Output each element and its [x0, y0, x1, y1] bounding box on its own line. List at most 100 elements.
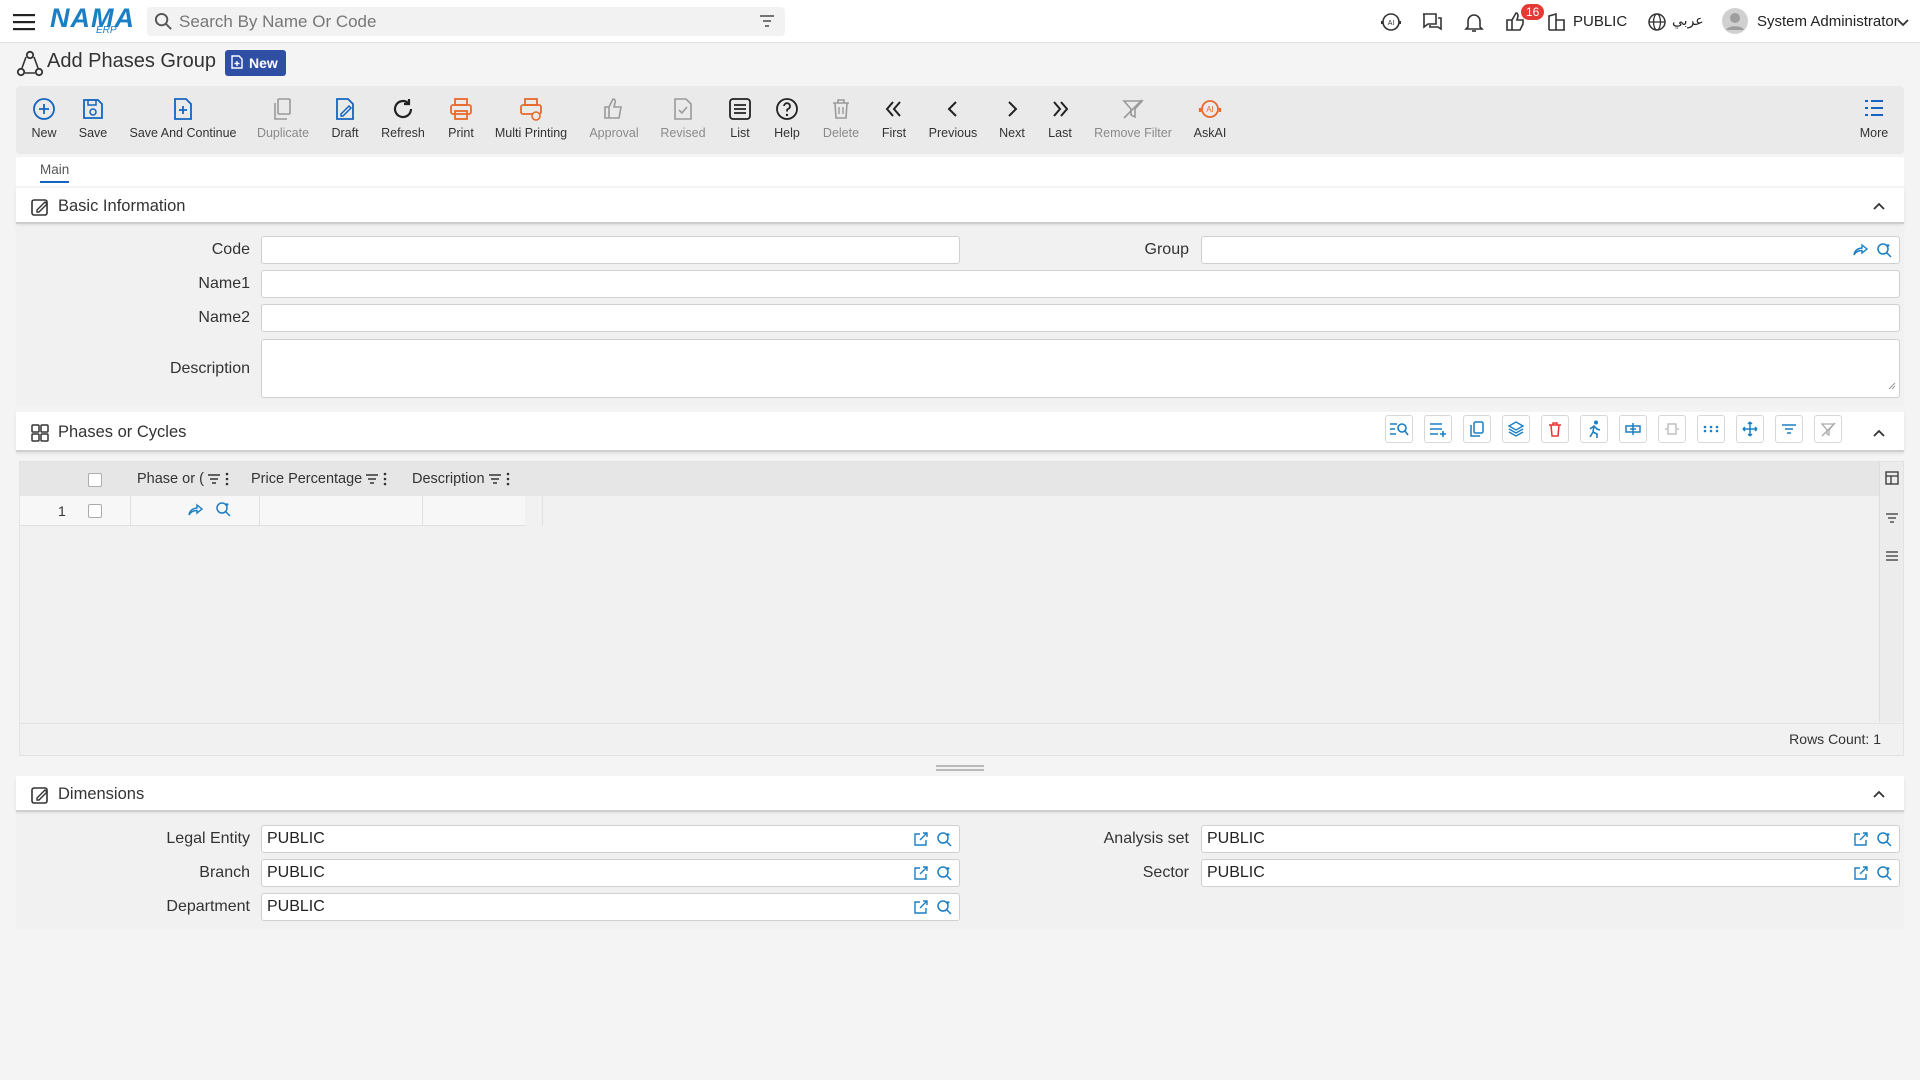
tab-main[interactable]: Main	[40, 162, 70, 183]
column-header-price-label: Price Percentage	[251, 471, 363, 487]
column-filter-icon[interactable]	[207, 474, 221, 484]
logo-text: NAMA	[50, 3, 135, 33]
grid-footer: Rows Count: 1	[20, 723, 1903, 755]
collapse-chevron-icon[interactable]	[1872, 198, 1886, 215]
chevron-down-icon[interactable]	[1897, 15, 1909, 32]
grid-add-row-button[interactable]	[1424, 415, 1452, 443]
share-arrow-icon[interactable]	[187, 502, 204, 522]
external-link-icon[interactable]	[913, 831, 929, 851]
external-link-icon[interactable]	[1853, 865, 1869, 885]
save-button[interactable]: Save	[43, 96, 143, 140]
language-switch[interactable]: عربي	[1672, 13, 1704, 29]
search-lookup-icon[interactable]	[1876, 831, 1893, 852]
sector-field[interactable]: PUBLIC	[1201, 859, 1900, 887]
phases-or-cycles-title: Phases or Cycles	[58, 423, 187, 441]
entity-selector[interactable]: PUBLIC	[1573, 13, 1627, 30]
basic-information-header[interactable]: Basic Information	[16, 188, 1904, 224]
status-badge: New	[225, 50, 286, 76]
department-field[interactable]: PUBLIC	[261, 893, 960, 921]
code-field[interactable]	[261, 236, 960, 264]
ai-assistant-icon[interactable]: AI	[1379, 10, 1403, 38]
search-lookup-icon[interactable]	[1876, 865, 1893, 886]
select-all-checkbox[interactable]	[88, 473, 102, 487]
grid-column-button[interactable]	[1619, 415, 1647, 443]
document-plus-icon	[174, 98, 192, 120]
column-header-description[interactable]: Description	[412, 471, 511, 487]
description-textarea[interactable]	[261, 339, 1900, 398]
column-filter-icon[interactable]	[488, 474, 502, 484]
grid-fit-button[interactable]	[1658, 415, 1686, 443]
name1-label: Name1	[198, 275, 250, 292]
building-icon	[1547, 12, 1567, 36]
filter-panel-icon[interactable]	[1885, 511, 1899, 528]
copy-icon	[274, 98, 291, 120]
grid-search-button[interactable]	[1385, 415, 1413, 443]
grid-resize-handle-icon[interactable]	[935, 759, 985, 776]
branch-field[interactable]: PUBLIC	[261, 859, 960, 887]
analysis-set-field[interactable]: PUBLIC	[1201, 825, 1900, 853]
search-lookup-icon[interactable]	[936, 831, 953, 852]
legal-entity-label: Legal Entity	[166, 830, 250, 847]
printer-icon	[450, 98, 472, 120]
user-avatar-icon[interactable]	[1722, 8, 1748, 38]
search-lookup-icon[interactable]	[936, 865, 953, 886]
legal-entity-field[interactable]: PUBLIC	[261, 825, 960, 853]
bell-icon[interactable]	[1462, 10, 1486, 38]
grid-filter-button[interactable]	[1775, 415, 1803, 443]
row-number: 1	[58, 503, 66, 519]
search-lookup-icon[interactable]	[215, 501, 232, 522]
grid-copy-button[interactable]	[1463, 415, 1491, 443]
external-link-icon[interactable]	[913, 899, 929, 919]
table-row[interactable]: 1	[20, 496, 543, 526]
column-menu-icon[interactable]	[224, 472, 230, 486]
resize-handle-icon[interactable]	[1887, 377, 1896, 394]
save-button-label: Save	[78, 126, 108, 140]
name1-field[interactable]	[261, 270, 1900, 298]
list-search-icon	[1390, 423, 1409, 436]
chat-icon[interactable]	[1420, 10, 1444, 38]
save-and-continue-button[interactable]: Save And Continue	[129, 96, 237, 140]
column-menu-icon[interactable]	[505, 472, 511, 486]
save-and-continue-label: Save And Continue	[129, 126, 237, 140]
user-name[interactable]: System Administrator	[1757, 13, 1899, 30]
ask-ai-button[interactable]: AI AskAI	[1160, 96, 1260, 140]
ask-ai-label: AskAI	[1193, 126, 1227, 140]
search-lookup-icon[interactable]	[936, 899, 953, 920]
collapse-chevron-icon[interactable]	[1872, 786, 1886, 803]
external-link-icon[interactable]	[1853, 831, 1869, 851]
external-link-icon[interactable]	[913, 865, 929, 885]
tab-bar	[16, 157, 1904, 186]
filter-icon[interactable]	[759, 14, 775, 32]
share-arrow-icon[interactable]	[1852, 242, 1869, 262]
more-button[interactable]: More	[1824, 96, 1920, 140]
global-search[interactable]	[147, 7, 785, 36]
grid-dots-button[interactable]	[1697, 415, 1725, 443]
description-cell[interactable]	[423, 496, 543, 526]
grid-move-button[interactable]	[1736, 415, 1764, 443]
nama-logo[interactable]: NAMA ERP	[50, 3, 134, 39]
hamburger-menu-icon[interactable]	[12, 10, 36, 34]
grid-delete-button[interactable]	[1541, 415, 1569, 443]
name2-field[interactable]	[261, 304, 1900, 332]
column-header-price-percentage[interactable]: Price Percentage	[251, 471, 388, 487]
last-label: Last	[1048, 126, 1072, 140]
grid-layers-button[interactable]	[1502, 415, 1530, 443]
group-field[interactable]	[1201, 236, 1900, 264]
search-input[interactable]	[179, 7, 739, 36]
price-percentage-cell[interactable]	[260, 496, 423, 526]
dimensions-header[interactable]: Dimensions	[16, 776, 1904, 812]
grid-run-button[interactable]	[1580, 415, 1608, 443]
more-list-icon	[1865, 100, 1883, 116]
collapse-chevron-icon[interactable]	[1872, 425, 1886, 442]
phases-group-icon	[16, 50, 44, 82]
phase-cell[interactable]	[130, 496, 260, 526]
menu-lines-icon[interactable]	[1885, 549, 1899, 566]
column-menu-icon[interactable]	[382, 472, 388, 486]
columns-panel-icon[interactable]	[1885, 471, 1899, 489]
column-header-phase[interactable]: Phase or (	[137, 471, 230, 487]
column-filter-icon[interactable]	[365, 474, 379, 484]
search-lookup-icon[interactable]	[1876, 242, 1893, 263]
code-label: Code	[211, 241, 250, 258]
grid-remove-filter-button[interactable]	[1814, 415, 1842, 443]
row-checkbox[interactable]	[88, 504, 102, 518]
